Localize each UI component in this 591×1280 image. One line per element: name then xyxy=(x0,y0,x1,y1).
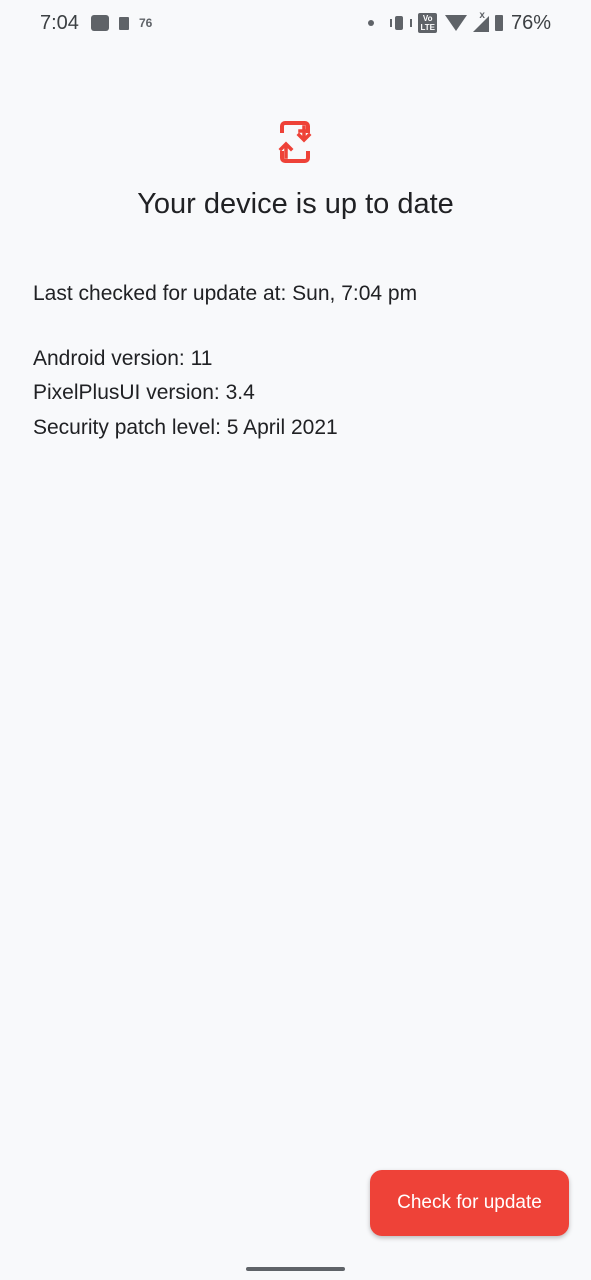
system-update-icon xyxy=(278,121,312,163)
security-patch-text: Security patch level: 5 April 2021 xyxy=(33,416,338,439)
volte-icon: Vo LTE xyxy=(418,13,437,33)
trash-icon xyxy=(118,16,129,30)
battery-icon xyxy=(494,15,503,31)
wifi-icon xyxy=(444,15,467,31)
vibrate-icon xyxy=(390,16,413,30)
notification-count: 76 xyxy=(138,16,153,30)
status-bar: 7:04 76 Vo LTE x 76% xyxy=(0,0,591,46)
dot-icon xyxy=(368,20,375,26)
signal-icon: x xyxy=(471,10,489,32)
status-bar-right: Vo LTE x 76% xyxy=(368,10,551,35)
update-screen: 7:04 76 Vo LTE x 76% Your device is up to… xyxy=(0,0,591,1280)
message-icon xyxy=(90,15,109,31)
page-title: Your device is up to date xyxy=(137,188,454,220)
rom-version-text: PixelPlusUI version: 3.4 xyxy=(33,381,255,404)
status-bar-left: 7:04 76 xyxy=(40,12,152,35)
last-checked-text: Last checked for update at: Sun, 7:04 pm xyxy=(33,282,418,305)
check-for-update-button[interactable]: Check for update xyxy=(370,1170,569,1236)
android-version-text: Android version: 11 xyxy=(33,347,213,370)
status-time: 7:04 xyxy=(40,11,79,34)
battery-percent: 76% xyxy=(510,11,551,34)
navigation-handle[interactable] xyxy=(246,1267,345,1271)
